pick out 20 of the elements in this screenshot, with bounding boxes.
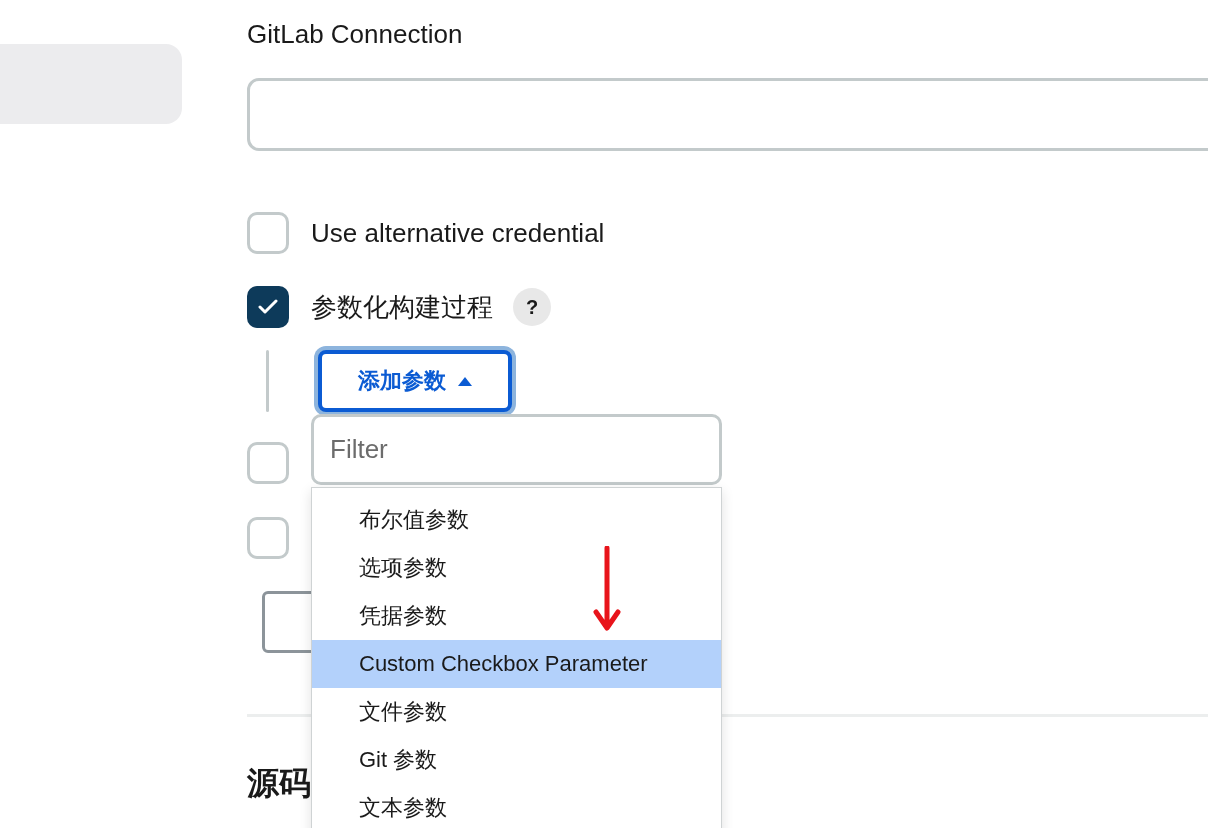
- check-icon: [258, 299, 278, 315]
- menu-item[interactable]: 文本参数: [312, 784, 721, 828]
- checkbox[interactable]: [247, 517, 289, 559]
- menu-item[interactable]: Custom Checkbox Parameter: [312, 640, 721, 688]
- checkbox-label: Use alternative credential: [311, 217, 605, 249]
- menu-item[interactable]: 凭据参数: [312, 592, 721, 640]
- caret-icon: [458, 376, 472, 386]
- filter-field[interactable]: Filter: [311, 414, 722, 485]
- menu-item[interactable]: 布尔值参数: [312, 496, 721, 544]
- menu-item[interactable]: 选项参数: [312, 544, 721, 592]
- input-field[interactable]: [247, 78, 1208, 151]
- checkbox[interactable]: [247, 212, 289, 254]
- menu-item[interactable]: 文件参数: [312, 688, 721, 736]
- field-label: GitLab Connection: [247, 18, 464, 50]
- checkbox[interactable]: [247, 286, 289, 328]
- checkbox[interactable]: [247, 442, 289, 484]
- help-button[interactable]: ?: [513, 288, 551, 326]
- menu-item[interactable]: Git 参数: [312, 736, 721, 784]
- section-heading: 源码: [247, 764, 312, 803]
- checkbox-label: 参数化构建过程: [311, 290, 493, 324]
